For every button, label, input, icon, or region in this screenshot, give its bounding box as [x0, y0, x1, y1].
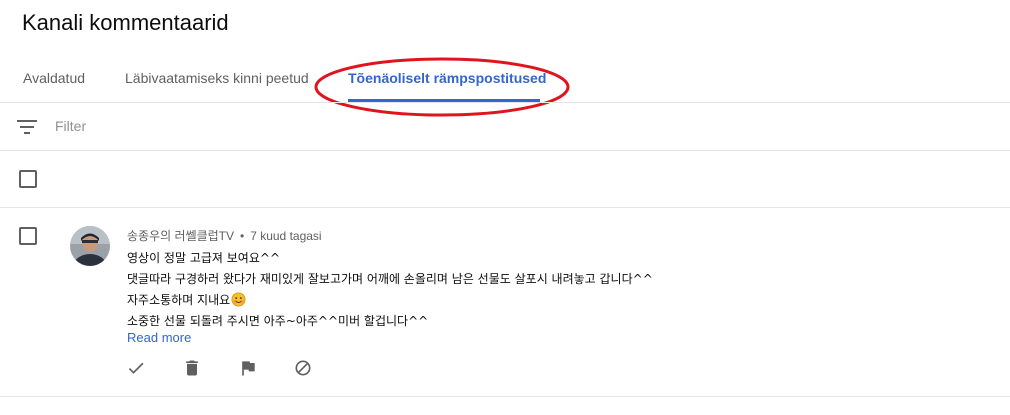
- comment-author[interactable]: 송종우의 러쎌클럽TV: [127, 229, 234, 243]
- approve-button[interactable]: [124, 356, 148, 380]
- tab-published[interactable]: Avaldatud: [23, 58, 87, 102]
- comment-line: 소중한 선물 되돌려 주시면 아주~아주^^미버 할겁니다^^: [127, 314, 429, 328]
- flag-icon: [242, 361, 255, 376]
- delete-button[interactable]: [180, 356, 204, 380]
- avatar[interactable]: [70, 226, 110, 266]
- smiling-face-emoji: [231, 292, 246, 307]
- divider: [0, 396, 1010, 397]
- comment-checkbox[interactable]: [19, 227, 37, 245]
- trash-icon: [186, 360, 198, 376]
- tab-held-for-review-label: Läbivaatamiseks kinni peetud: [125, 70, 309, 86]
- comment-line-with-emoji: 자주소통하며 지내요: [127, 290, 987, 311]
- filter-input[interactable]: [55, 115, 455, 137]
- filter-lines-icon[interactable]: [17, 119, 37, 135]
- comment-line: 자주소통하며 지내요: [127, 293, 231, 307]
- comment-line: 댓글따라 구경하러 왔다가 재미있게 잘보고가며 어깨에 손올리며 남은 선물도…: [127, 272, 653, 286]
- select-all-checkbox[interactable]: [19, 170, 37, 188]
- tab-held-for-review[interactable]: Läbivaatamiseks kinni peetud: [125, 58, 315, 102]
- comment-line: 영상이 정말 고급져 보여요^^: [127, 251, 280, 265]
- divider: [0, 207, 1010, 208]
- tab-published-label: Avaldatud: [23, 70, 86, 86]
- comment-timestamp[interactable]: 7 kuud tagasi: [250, 229, 321, 243]
- block-icon: [295, 360, 311, 376]
- check-icon: [128, 362, 144, 374]
- page-title: Kanali kommentaarid: [22, 10, 229, 35]
- separator-dot: •: [240, 229, 245, 243]
- read-more-link[interactable]: Read more: [127, 330, 191, 345]
- report-button[interactable]: [236, 356, 260, 380]
- hide-user-button[interactable]: [291, 356, 315, 380]
- comment-meta: 송종우의 러쎌클럽TV • 7 kuud tagasi: [127, 227, 322, 244]
- divider: [0, 150, 1010, 151]
- filter-bar: [0, 103, 1010, 150]
- comment-text: 영상이 정말 고급져 보여요^^ 댓글따라 구경하러 왔다가 재미있게 잘보고가…: [127, 248, 987, 332]
